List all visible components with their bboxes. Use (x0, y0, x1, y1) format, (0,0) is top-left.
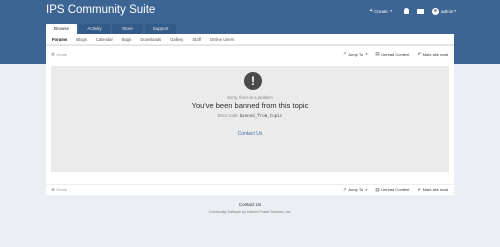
bar-actions: ↗ Jump To ▾ ▤ Unread Content ✔ Mark site… (335, 187, 448, 193)
unread-content-link[interactable]: ▤ Unread Content (375, 51, 409, 57)
caret-down-icon: ▾ (365, 187, 368, 192)
create-menu-button[interactable]: + Create ▾ (369, 8, 392, 14)
unread-content-label: Unread Content (381, 187, 410, 192)
create-label: Create (374, 8, 388, 14)
jump-to-button[interactable]: ↗ Jump To ▾ (343, 187, 368, 193)
home-icon (51, 52, 55, 56)
subnav-item-calendar[interactable]: Calendar (96, 37, 113, 42)
share-icon: ↗ (342, 51, 347, 56)
stack-icon: ▤ (375, 51, 380, 56)
tab-support[interactable]: Support (145, 24, 176, 34)
breadcrumb[interactable]: Home (51, 187, 67, 192)
envelope-icon[interactable] (416, 8, 424, 14)
site-title[interactable]: IPS Community Suite (46, 4, 155, 16)
exclamation-icon: ! (244, 72, 262, 90)
subnav-item-gallery[interactable]: Gallery (170, 37, 183, 42)
home-icon (51, 187, 55, 192)
subnav-item-online-users[interactable]: Online Users (210, 37, 234, 42)
tab-browse[interactable]: Browse (46, 24, 77, 34)
error-code-value: banned_from_topic (239, 115, 283, 119)
subnav-item-staff[interactable]: Staff (192, 37, 201, 42)
caret-down-icon: ▾ (365, 52, 368, 56)
error-code-label: Error code: (217, 113, 239, 118)
user-bar: + Create ▾ admin ▾ (369, 6, 456, 16)
share-icon: ↗ (342, 186, 347, 192)
breadcrumb-home[interactable]: Home (57, 187, 68, 192)
mark-site-read-label: Mark site read (422, 51, 448, 57)
error-code: Error code: banned_from_topic (51, 113, 449, 119)
jump-to-label: Jump To (348, 51, 364, 57)
breadcrumb-bar-top: Home ↗ Jump To ▾ ▤ Unread Content ✔ Mark… (46, 49, 454, 59)
unread-content-label: Unread Content (381, 51, 410, 57)
bell-icon[interactable] (403, 8, 409, 14)
jump-to-button[interactable]: ↗ Jump To ▾ (343, 51, 368, 57)
breadcrumb[interactable]: Home (51, 52, 67, 57)
check-icon: ✔ (417, 186, 422, 192)
mark-site-read-link[interactable]: ✔ Mark site read (417, 51, 448, 57)
breadcrumb-bar-bottom: Home ↗ Jump To ▾ ▤ Unread Content ✔ Mark… (46, 184, 454, 194)
plus-icon: + (369, 8, 373, 14)
subnav-item-downloads[interactable]: Downloads (140, 37, 161, 42)
caret-down-icon: ▾ (390, 9, 392, 13)
subnav-item-forums[interactable]: Forums (52, 37, 67, 42)
error-message: You've been banned from this topic (191, 101, 309, 110)
footer-copyright[interactable]: Community Software by Invision Power Ser… (0, 210, 500, 214)
mark-site-read-label: Mark site read (422, 187, 448, 192)
main-content: Home ↗ Jump To ▾ ▤ Unread Content ✔ Mark… (46, 45, 454, 195)
tab-store[interactable]: Store (112, 24, 143, 34)
caret-down-icon[interactable]: ▾ (454, 9, 456, 13)
secondary-nav: Forums Blogs Calendar Bugs Downloads Gal… (46, 34, 454, 45)
unread-content-link[interactable]: ▤ Unread Content (375, 187, 409, 193)
subnav-item-blogs[interactable]: Blogs (76, 37, 86, 42)
jump-to-label: Jump To (348, 187, 364, 192)
error-box: ! Sorry, there is a problem You've been … (51, 66, 449, 172)
breadcrumb-home[interactable]: Home (57, 52, 68, 57)
stack-icon: ▤ (375, 186, 380, 192)
error-sorry: Sorry, there is a problem (227, 95, 273, 100)
contact-us-link[interactable]: Contact Us (46, 131, 454, 137)
tab-activity[interactable]: Activity (79, 24, 110, 34)
bar-actions: ↗ Jump To ▾ ▤ Unread Content ✔ Mark site… (335, 51, 448, 57)
check-icon: ✔ (417, 51, 422, 56)
mark-site-read-link[interactable]: ✔ Mark site read (417, 187, 448, 193)
avatar[interactable] (431, 7, 439, 15)
username[interactable]: admin (441, 9, 453, 14)
footer-contact-link[interactable]: Contact Us (0, 202, 500, 207)
primary-nav: Browse Activity Store Support (46, 24, 178, 34)
subnav-item-bugs[interactable]: Bugs (122, 37, 132, 42)
